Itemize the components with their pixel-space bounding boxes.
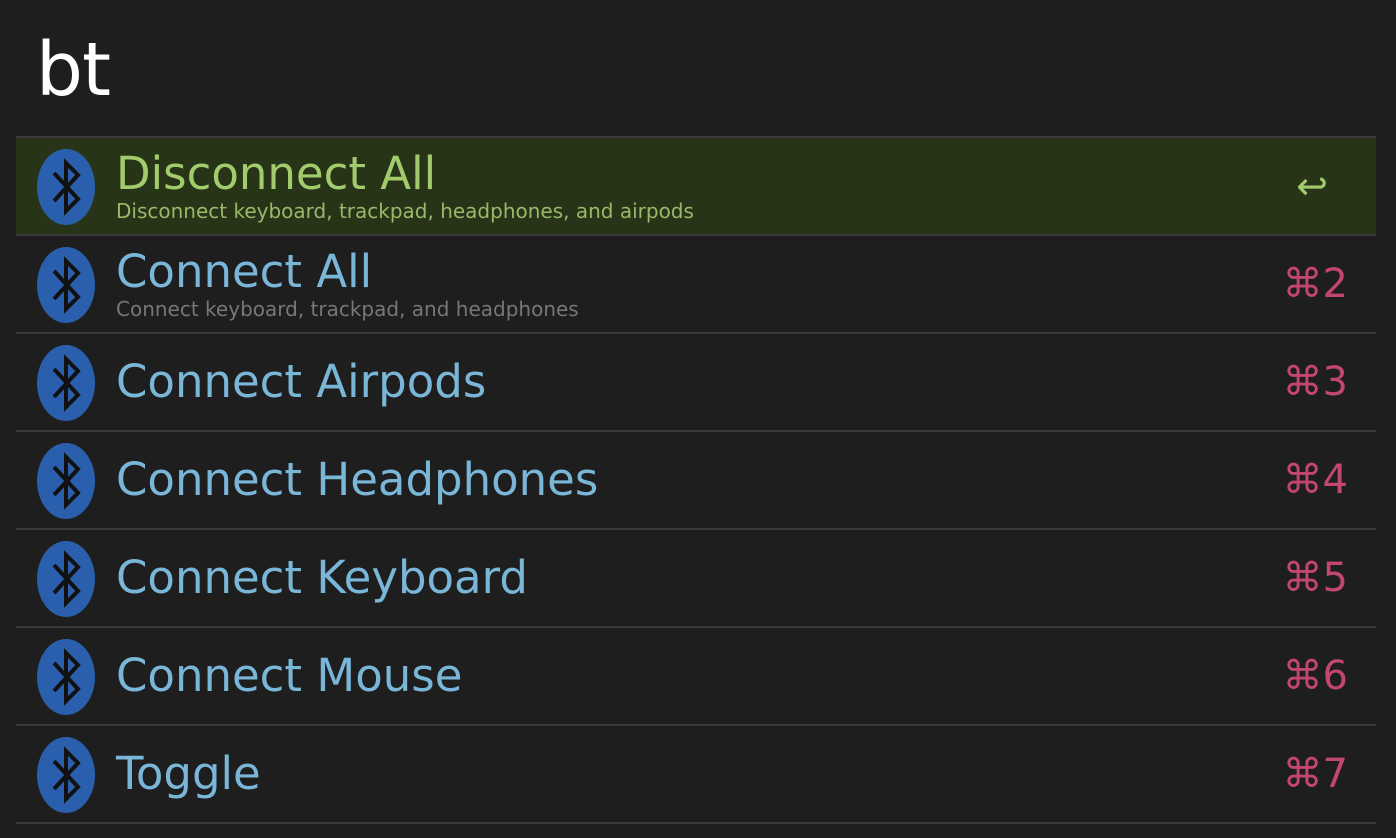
result-row-connect-headphones[interactable]: Connect Headphones ⌘4	[16, 432, 1376, 530]
result-title: Connect All	[116, 245, 373, 298]
shortcut-label: ⌘6	[1282, 653, 1348, 699]
bluetooth-icon	[37, 541, 95, 617]
result-texts: Connect Keyboard	[116, 530, 1266, 626]
result-title: Connect Keyboard	[116, 551, 528, 604]
result-texts: Connect All Connect keyboard, trackpad, …	[116, 236, 1266, 332]
result-row-connect-mouse[interactable]: Connect Mouse ⌘6	[16, 628, 1376, 726]
shortcut-label: ⌘5	[1282, 555, 1348, 601]
result-texts: Connect Mouse	[116, 628, 1266, 724]
results-list: Disconnect All Disconnect keyboard, trac…	[16, 136, 1376, 824]
result-texts: Connect Airpods	[116, 334, 1266, 430]
bluetooth-icon	[37, 639, 95, 715]
result-row-toggle[interactable]: Toggle ⌘7	[16, 726, 1376, 824]
result-texts: Disconnect All Disconnect keyboard, trac…	[116, 138, 1266, 234]
bluetooth-icon	[37, 149, 95, 225]
bluetooth-icon	[37, 345, 95, 421]
bluetooth-icon	[37, 247, 95, 323]
search-query[interactable]: bt	[36, 20, 1336, 120]
result-texts: Connect Headphones	[116, 432, 1266, 528]
result-title: Connect Airpods	[116, 355, 487, 408]
result-subtitle: Disconnect keyboard, trackpad, headphone…	[116, 199, 694, 223]
return-key-icon: ↩	[1296, 164, 1328, 208]
result-texts: Toggle	[116, 726, 1266, 822]
shortcut-label: ⌘7	[1282, 751, 1348, 797]
shortcut-label: ⌘2	[1282, 261, 1348, 307]
result-row-connect-airpods[interactable]: Connect Airpods ⌘3	[16, 334, 1376, 432]
result-title: Toggle	[116, 747, 261, 800]
result-title: Connect Mouse	[116, 649, 463, 702]
bluetooth-icon	[37, 737, 95, 813]
result-title: Connect Headphones	[116, 453, 599, 506]
bluetooth-icon	[37, 443, 95, 519]
shortcut-label: ⌘4	[1282, 457, 1348, 503]
result-subtitle: Connect keyboard, trackpad, and headphon…	[116, 297, 579, 321]
result-title: Disconnect All	[116, 147, 437, 200]
result-row-connect-keyboard[interactable]: Connect Keyboard ⌘5	[16, 530, 1376, 628]
result-row-disconnect-all[interactable]: Disconnect All Disconnect keyboard, trac…	[16, 138, 1376, 236]
shortcut-label: ⌘3	[1282, 359, 1348, 405]
result-row-connect-all[interactable]: Connect All Connect keyboard, trackpad, …	[16, 236, 1376, 334]
